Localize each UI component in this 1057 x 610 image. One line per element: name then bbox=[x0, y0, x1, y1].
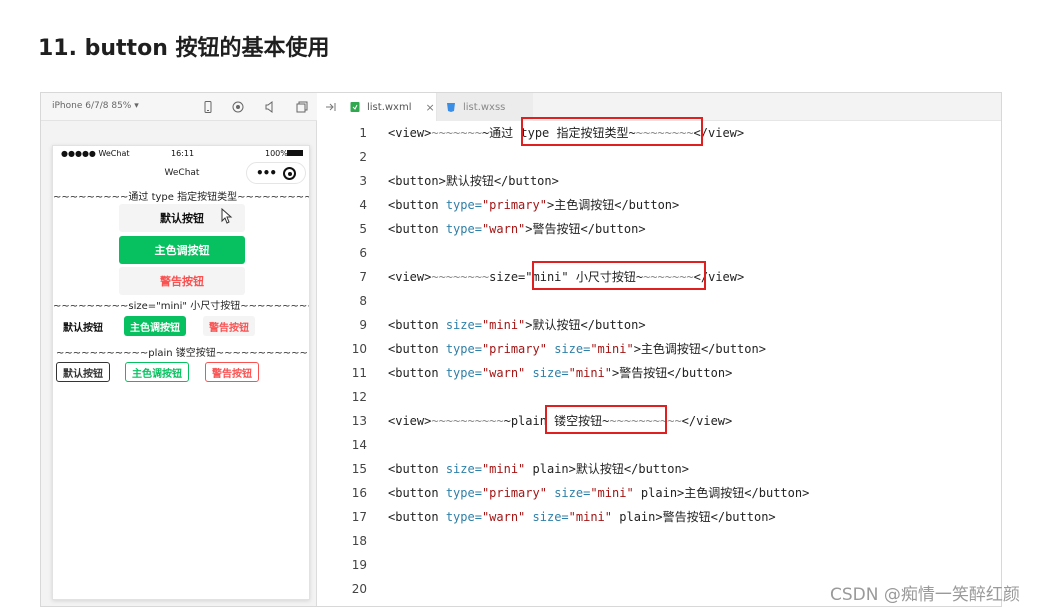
collapse-panel-icon[interactable] bbox=[324, 100, 338, 114]
highlight-box-type bbox=[521, 117, 703, 146]
line-number: 16 bbox=[351, 486, 367, 500]
phone-icon[interactable] bbox=[201, 100, 215, 114]
code-line: <button type="primary" size="mini">主色调按钮… bbox=[388, 342, 766, 356]
simulator-panel: iPhone 6/7/8 85% ▾ ●●●●● WeChat 16:11 10… bbox=[41, 93, 317, 606]
line-number: 9 bbox=[359, 318, 367, 332]
line-number: 10 bbox=[351, 342, 367, 356]
mini-default-button[interactable]: 默认按钮 bbox=[57, 316, 109, 336]
line-number: 4 bbox=[359, 198, 367, 212]
line-number: 17 bbox=[351, 510, 367, 524]
close-miniprogram-icon[interactable] bbox=[283, 167, 296, 180]
line-number: 1 bbox=[359, 126, 367, 140]
tab-label: list.wxml bbox=[367, 101, 412, 113]
plain-default-button[interactable]: 默认按钮 bbox=[56, 362, 110, 382]
more-icon[interactable]: ••• bbox=[256, 166, 277, 180]
code-line: <button size="mini" plain>默认按钮</button> bbox=[388, 462, 689, 476]
line-number: 20 bbox=[351, 582, 367, 596]
warn-button[interactable]: 警告按钮 bbox=[119, 267, 245, 295]
line-number: 7 bbox=[359, 270, 367, 284]
line-number: 2 bbox=[359, 150, 367, 164]
line-number: 5 bbox=[359, 222, 367, 236]
line-number: 19 bbox=[351, 558, 367, 572]
status-bar: ●●●●● WeChat 16:11 100% bbox=[53, 146, 309, 160]
section-header-type: ~~~~~~~~~通过 type 指定按钮类型~~~~~~~~~ bbox=[53, 192, 310, 203]
code-line: <button>默认按钮</button> bbox=[388, 174, 559, 188]
carrier-label: ●●●●● WeChat bbox=[61, 149, 130, 158]
highlight-box-plain bbox=[545, 405, 667, 434]
line-number: 15 bbox=[351, 462, 367, 476]
plain-warn-button[interactable]: 警告按钮 bbox=[205, 362, 259, 382]
simulator-toolbar: iPhone 6/7/8 85% ▾ bbox=[41, 93, 317, 121]
primary-button[interactable]: 主色调按钮 bbox=[119, 236, 245, 264]
line-number: 12 bbox=[351, 390, 367, 404]
wxss-file-icon bbox=[447, 103, 455, 112]
line-number: 18 bbox=[351, 534, 367, 548]
section-header-plain: ~~~~~~~~~~~plain 镂空按钮~~~~~~~~~~~ bbox=[56, 348, 308, 359]
code-line: <button type="warn" size="mini" plain>警告… bbox=[388, 510, 776, 524]
code-line: <button type="warn" size="mini">警告按钮</bu… bbox=[388, 366, 733, 380]
code-line: <button type="primary" size="mini" plain… bbox=[388, 486, 810, 500]
tab-label: list.wxss bbox=[463, 101, 506, 113]
record-icon[interactable] bbox=[231, 100, 245, 114]
code-editor[interactable]: 1 <view>~~~~~~~~通过 type 指定按钮类型~~~~~~~~~</… bbox=[317, 117, 1001, 606]
section-header-size: ~~~~~~~~~size="mini" 小尺寸按钮~~~~~~~~~ bbox=[53, 301, 310, 312]
code-line: <button type="primary">主色调按钮</button> bbox=[388, 198, 680, 212]
window-icon[interactable] bbox=[295, 100, 309, 114]
line-number: 13 bbox=[351, 414, 367, 428]
mini-warn-button[interactable]: 警告按钮 bbox=[203, 316, 255, 336]
line-number: 6 bbox=[359, 246, 367, 260]
device-select[interactable]: iPhone 6/7/8 85% ▾ bbox=[52, 101, 139, 111]
code-line: <button size="mini">默认按钮</button> bbox=[388, 318, 646, 332]
slide-title: 11. button 按钮的基本使用 bbox=[38, 36, 330, 61]
line-number: 8 bbox=[359, 294, 367, 308]
highlight-box-size bbox=[532, 261, 706, 290]
plain-primary-button[interactable]: 主色调按钮 bbox=[125, 362, 189, 382]
mini-primary-button[interactable]: 主色调按钮 bbox=[124, 316, 186, 336]
capsule-menu[interactable]: ••• bbox=[246, 162, 306, 184]
tab-list-wxss[interactable]: list.wxss bbox=[437, 93, 533, 121]
wxml-file-icon bbox=[350, 102, 360, 112]
ide-window: iPhone 6/7/8 85% ▾ ●●●●● WeChat 16:11 10… bbox=[40, 92, 1002, 607]
watermark: CSDN @痴情一笑醉红颜 bbox=[830, 585, 1020, 605]
close-tab-icon[interactable]: × bbox=[425, 101, 434, 114]
tab-list-wxml[interactable]: list.wxml × bbox=[341, 93, 437, 121]
clock-label: 16:11 bbox=[171, 149, 195, 158]
phone-preview: ●●●●● WeChat 16:11 100% WeChat ••• ~~~~~… bbox=[52, 145, 310, 600]
battery-label: 100% bbox=[265, 149, 288, 158]
line-number: 14 bbox=[351, 438, 367, 452]
line-number: 3 bbox=[359, 174, 367, 188]
volume-icon[interactable] bbox=[263, 100, 277, 114]
battery-icon bbox=[287, 150, 303, 156]
mouse-cursor-icon bbox=[221, 208, 233, 224]
line-number: 11 bbox=[351, 366, 367, 380]
code-line: <button type="warn">警告按钮</button> bbox=[388, 222, 646, 236]
